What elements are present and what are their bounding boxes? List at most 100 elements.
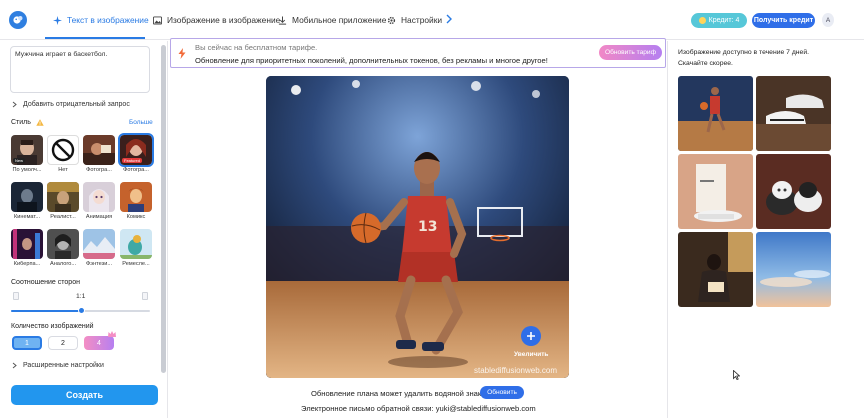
style-caption: Ремесле... [122,261,150,267]
tab-settings[interactable]: Настройки [387,11,442,29]
lightning-icon [178,48,186,59]
style-anime[interactable]: Анимация [83,182,115,220]
featured-badge: Featured [122,158,143,163]
active-tab-indicator [45,37,145,39]
style-thumb [47,182,79,212]
count-option-1[interactable]: 1 [12,336,42,350]
add-negative-prompt-link[interactable]: Добавить отрицательный запрос [12,101,130,108]
style-label-text: Стиль [11,119,31,126]
tab-label: Изображение в изображение [167,15,281,25]
slider-handle[interactable] [78,307,85,314]
history-image-book[interactable] [678,154,753,229]
style-caption: Комикс [126,214,146,220]
tab-label: Текст в изображение [67,15,149,25]
style-caption: Кинемат... [13,214,41,220]
new-badge: New [13,158,26,163]
style-fantasy[interactable]: Фэнтези... [83,229,115,267]
style-caption: По умолч... [12,167,42,173]
left-panel: Мужчина играет в баскетбол. Добавить отр… [0,41,168,418]
aspect-ratio-value: 1:1 [76,293,86,300]
banner-title: Вы сейчас на бесплатном тарифе. [195,43,318,52]
history-image-sky[interactable] [756,232,831,307]
left-panel-scrollbar[interactable] [161,45,166,373]
history-image-reading[interactable] [678,232,753,307]
portrait-icon [142,292,148,300]
style-thumb [83,182,115,212]
count-option-4[interactable]: 4 [84,331,116,350]
image-icon [153,15,162,25]
advanced-settings-link[interactable]: Расширенные настройки [12,362,104,369]
feedback-email: Электронное письмо обратной связи: yuki@… [301,404,536,413]
aspect-ratio-label: Соотношение сторон [11,279,80,286]
style-cinematic[interactable]: Кинемат... [11,182,43,220]
style-photo-2[interactable]: Featured Фотогра... [118,133,154,173]
style-realistic[interactable]: Реалист... [47,182,79,220]
upgrade-plan-button[interactable]: Обновить тариф [599,45,662,60]
landscape-icon [13,292,19,300]
upgrade-button[interactable]: Обновить [480,386,524,399]
coin-icon [698,17,706,24]
style-thumb [47,135,79,165]
download-icon [278,15,287,25]
history-image-sneakers[interactable] [756,76,831,151]
chevron-right-icon [12,101,17,108]
style-comic[interactable]: Комикс [120,182,152,220]
style-thumb [120,229,152,259]
count-option-2[interactable]: 2 [48,336,78,350]
mouse-cursor-icon [733,370,740,380]
availability-note: Изображение доступно в течение 7 дней. [678,49,810,56]
count-option-label: 4 [97,339,101,347]
zoom-label: Увеличить [514,351,549,358]
tab-text-to-image[interactable]: Текст в изображение [53,11,149,29]
style-thumb: New [11,135,43,165]
style-thumb: Featured [118,133,154,167]
create-button[interactable]: Создать [11,385,158,405]
tab-image-to-image[interactable]: Изображение в изображение [153,11,280,29]
image-watermark: stablediffusionweb.com [474,366,558,375]
style-caption: Нет [58,167,68,173]
history-image-basketball[interactable] [678,76,753,151]
style-analog[interactable]: Аналого... [47,229,79,267]
top-bar: Текст в изображение Изображение в изобра… [0,0,864,40]
logo-icon[interactable] [9,11,27,29]
ban-icon [51,138,75,162]
history-panel: Изображение доступно в течение 7 дней. С… [667,41,864,418]
banner-text: Обновление для приоритетных поколений, д… [195,56,548,65]
svg-text:13: 13 [418,219,437,235]
advanced-settings-label: Расширенные настройки [23,362,104,369]
style-cyberpunk[interactable]: Киберпа... [11,229,43,267]
style-caption: Фотогра... [86,167,112,173]
style-default[interactable]: New По умолч... [11,135,43,173]
style-caption: Аналого... [49,261,77,267]
tab-label: Настройки [401,15,443,25]
style-none[interactable]: Нет [47,135,79,173]
tab-mobile-app[interactable]: Мобильное приложение [278,11,386,29]
free-plan-banner: Вы сейчас на бесплатном тарифе. Обновлен… [170,38,666,68]
image-count-label: Количество изображений [11,323,94,330]
slider-fill [11,310,81,312]
style-thumb [120,182,152,212]
style-caption: Анимация [85,214,113,220]
more-styles-link[interactable]: Больше [129,119,153,126]
style-photo-1[interactable]: Фотогра... [83,135,115,173]
prompt-input[interactable]: Мужчина играет в баскетбол. [10,46,150,93]
negative-link-label: Добавить отрицательный запрос [23,101,130,108]
watermark-note: Обновление плана может удалить водяной з… [311,389,482,398]
crown-icon [108,331,116,337]
download-soon-note: Скачайте скорее. [678,60,733,67]
style-caption: Реалист... [50,214,76,220]
chevron-right-icon[interactable] [444,13,454,25]
warning-icon [36,119,44,126]
style-section-title: Стиль [11,119,44,126]
style-caption: Фэнтези... [85,261,113,267]
plus-icon [527,332,535,340]
style-thumb [11,229,43,259]
credit-badge[interactable]: Кредит: 4 [691,13,747,28]
avatar[interactable]: A [822,13,834,27]
tab-label: Мобильное приложение [292,15,387,25]
history-image-kittens[interactable] [756,154,831,229]
style-thumb [83,229,115,259]
style-craft[interactable]: Ремесле... [120,229,152,267]
zoom-button[interactable] [521,326,541,346]
get-credit-button[interactable]: Получить кредит [752,13,815,28]
